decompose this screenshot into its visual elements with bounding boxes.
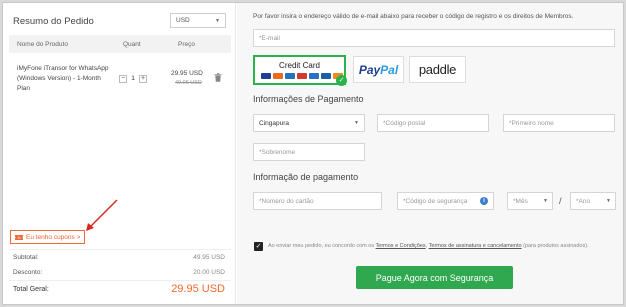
- agree-prefix: Ao enviar meu pedido, eu concordo com os: [268, 243, 376, 249]
- agree-text: Ao enviar meu pedido, eu concordo com os…: [268, 243, 589, 249]
- product-price: 29.95 USD: [171, 70, 203, 77]
- billing-section-title: Informações de Pagamento: [253, 94, 364, 104]
- email-placeholder: *E-mail: [259, 34, 280, 42]
- chevron-down-icon: ▼: [606, 198, 611, 204]
- quantity-value[interactable]: 1: [127, 75, 139, 82]
- order-summary-panel: Resumo do Pedido USD ▼ Nome do Produto Q…: [3, 3, 236, 304]
- expiry-year-select[interactable]: *Ano ▼: [570, 192, 616, 210]
- subtotal-value: 49.95 USD: [193, 254, 225, 261]
- discount-value: 20.00 USD: [193, 269, 225, 276]
- credit-card-label: Credit Card: [279, 61, 320, 70]
- decrease-quantity-button[interactable]: −: [119, 74, 127, 83]
- month-placeholder: *Mês: [513, 197, 528, 205]
- quantity-stepper: − 1 +: [119, 74, 147, 83]
- subscription-terms-link[interactable]: Termos de assinatura e cancelamento: [429, 243, 522, 249]
- paddle-logo: paddle: [418, 62, 457, 77]
- total-value: 29.95 USD: [171, 283, 225, 295]
- chevron-down-icon: ▼: [354, 120, 359, 126]
- info-icon[interactable]: i: [480, 197, 488, 205]
- email-notice: Por favor insira o endereço válido de e-…: [253, 13, 574, 20]
- currency-select[interactable]: USD ▼: [170, 13, 226, 28]
- credit-card-method[interactable]: Credit Card ✓: [253, 55, 347, 86]
- chevron-down-icon: ▼: [215, 17, 220, 24]
- visa-icon: [261, 73, 271, 79]
- paddle-method[interactable]: paddle: [409, 56, 466, 83]
- checkout-window: Resumo do Pedido USD ▼ Nome do Produto Q…: [2, 2, 624, 305]
- paypal-method[interactable]: Pay Pal: [353, 56, 404, 83]
- country-select[interactable]: Cingapura ▼: [253, 114, 365, 132]
- last-name-placeholder: *Sobrenome: [259, 148, 296, 156]
- card-brand-icons: [261, 73, 343, 79]
- annotation-arrow-icon: [86, 199, 118, 231]
- product-name: iMyFone iTransor for WhatsApp (Windows V…: [17, 65, 109, 92]
- order-summary-title: Resumo do Pedido: [13, 16, 94, 27]
- currency-value: USD: [176, 17, 190, 24]
- coupon-ticket-icon: %: [15, 234, 23, 240]
- card-brand-icon: [297, 73, 307, 79]
- col-price: Preço: [178, 41, 195, 48]
- product-table-header: Nome do Produto Quant Preço: [9, 35, 231, 53]
- terms-link[interactable]: Termos e Condições: [376, 243, 426, 249]
- card-number-placeholder: *Número do cartão: [259, 197, 314, 205]
- mastercard-icon: [273, 73, 283, 79]
- country-value: Cingapura: [259, 119, 289, 127]
- diners-icon: [285, 73, 295, 79]
- divider: [9, 280, 231, 281]
- paypal-logo-part2: Pal: [380, 62, 399, 77]
- card-section-title: Informação de pagamento: [253, 172, 359, 182]
- paypal-logo-part1: Pay: [358, 62, 381, 77]
- jcb-icon: [321, 73, 331, 79]
- security-code-placeholder: *Código de segurança: [403, 197, 468, 205]
- checkout-form-panel: Por favor insira o endereço válido de e-…: [237, 3, 623, 304]
- postal-code-placeholder: *Código postal: [383, 119, 426, 127]
- email-input[interactable]: *E-mail: [253, 29, 615, 47]
- year-placeholder: *Ano: [576, 197, 591, 205]
- postal-code-input[interactable]: *Código postal: [377, 114, 489, 132]
- amex-icon: [309, 73, 319, 79]
- chevron-down-icon: ▼: [543, 198, 548, 204]
- first-name-placeholder: *Primeiro nome: [509, 119, 554, 127]
- agree-suffix: (para produtos assinados).: [521, 243, 589, 249]
- expiry-separator: /: [559, 196, 562, 206]
- trash-icon[interactable]: [214, 73, 222, 82]
- discount-label: Desconto:: [13, 269, 43, 276]
- agree-checkbox[interactable]: ✓: [254, 242, 263, 251]
- security-code-input[interactable]: *Código de segurança i: [397, 192, 494, 210]
- coupon-button[interactable]: % Eu tenho cupons >: [10, 230, 86, 244]
- card-number-input[interactable]: *Número do cartão: [253, 192, 382, 210]
- product-old-price: 49.95 USD: [175, 80, 202, 86]
- increase-quantity-button[interactable]: +: [139, 74, 147, 83]
- divider: [9, 249, 231, 250]
- coupon-label: Eu tenho cupons >: [26, 233, 81, 241]
- subtotal-label: Subtotal:: [13, 254, 39, 261]
- first-name-input[interactable]: *Primeiro nome: [503, 114, 615, 132]
- expiry-month-select[interactable]: *Mês ▼: [507, 192, 553, 210]
- col-name: Nome do Produto: [17, 41, 68, 48]
- total-label: Total Geral:: [13, 286, 49, 293]
- col-qty: Quant: [123, 41, 141, 48]
- last-name-input[interactable]: *Sobrenome: [253, 143, 365, 161]
- selected-check-icon: ✓: [336, 75, 347, 86]
- pay-now-button[interactable]: Pague Agora com Segurança: [356, 266, 513, 289]
